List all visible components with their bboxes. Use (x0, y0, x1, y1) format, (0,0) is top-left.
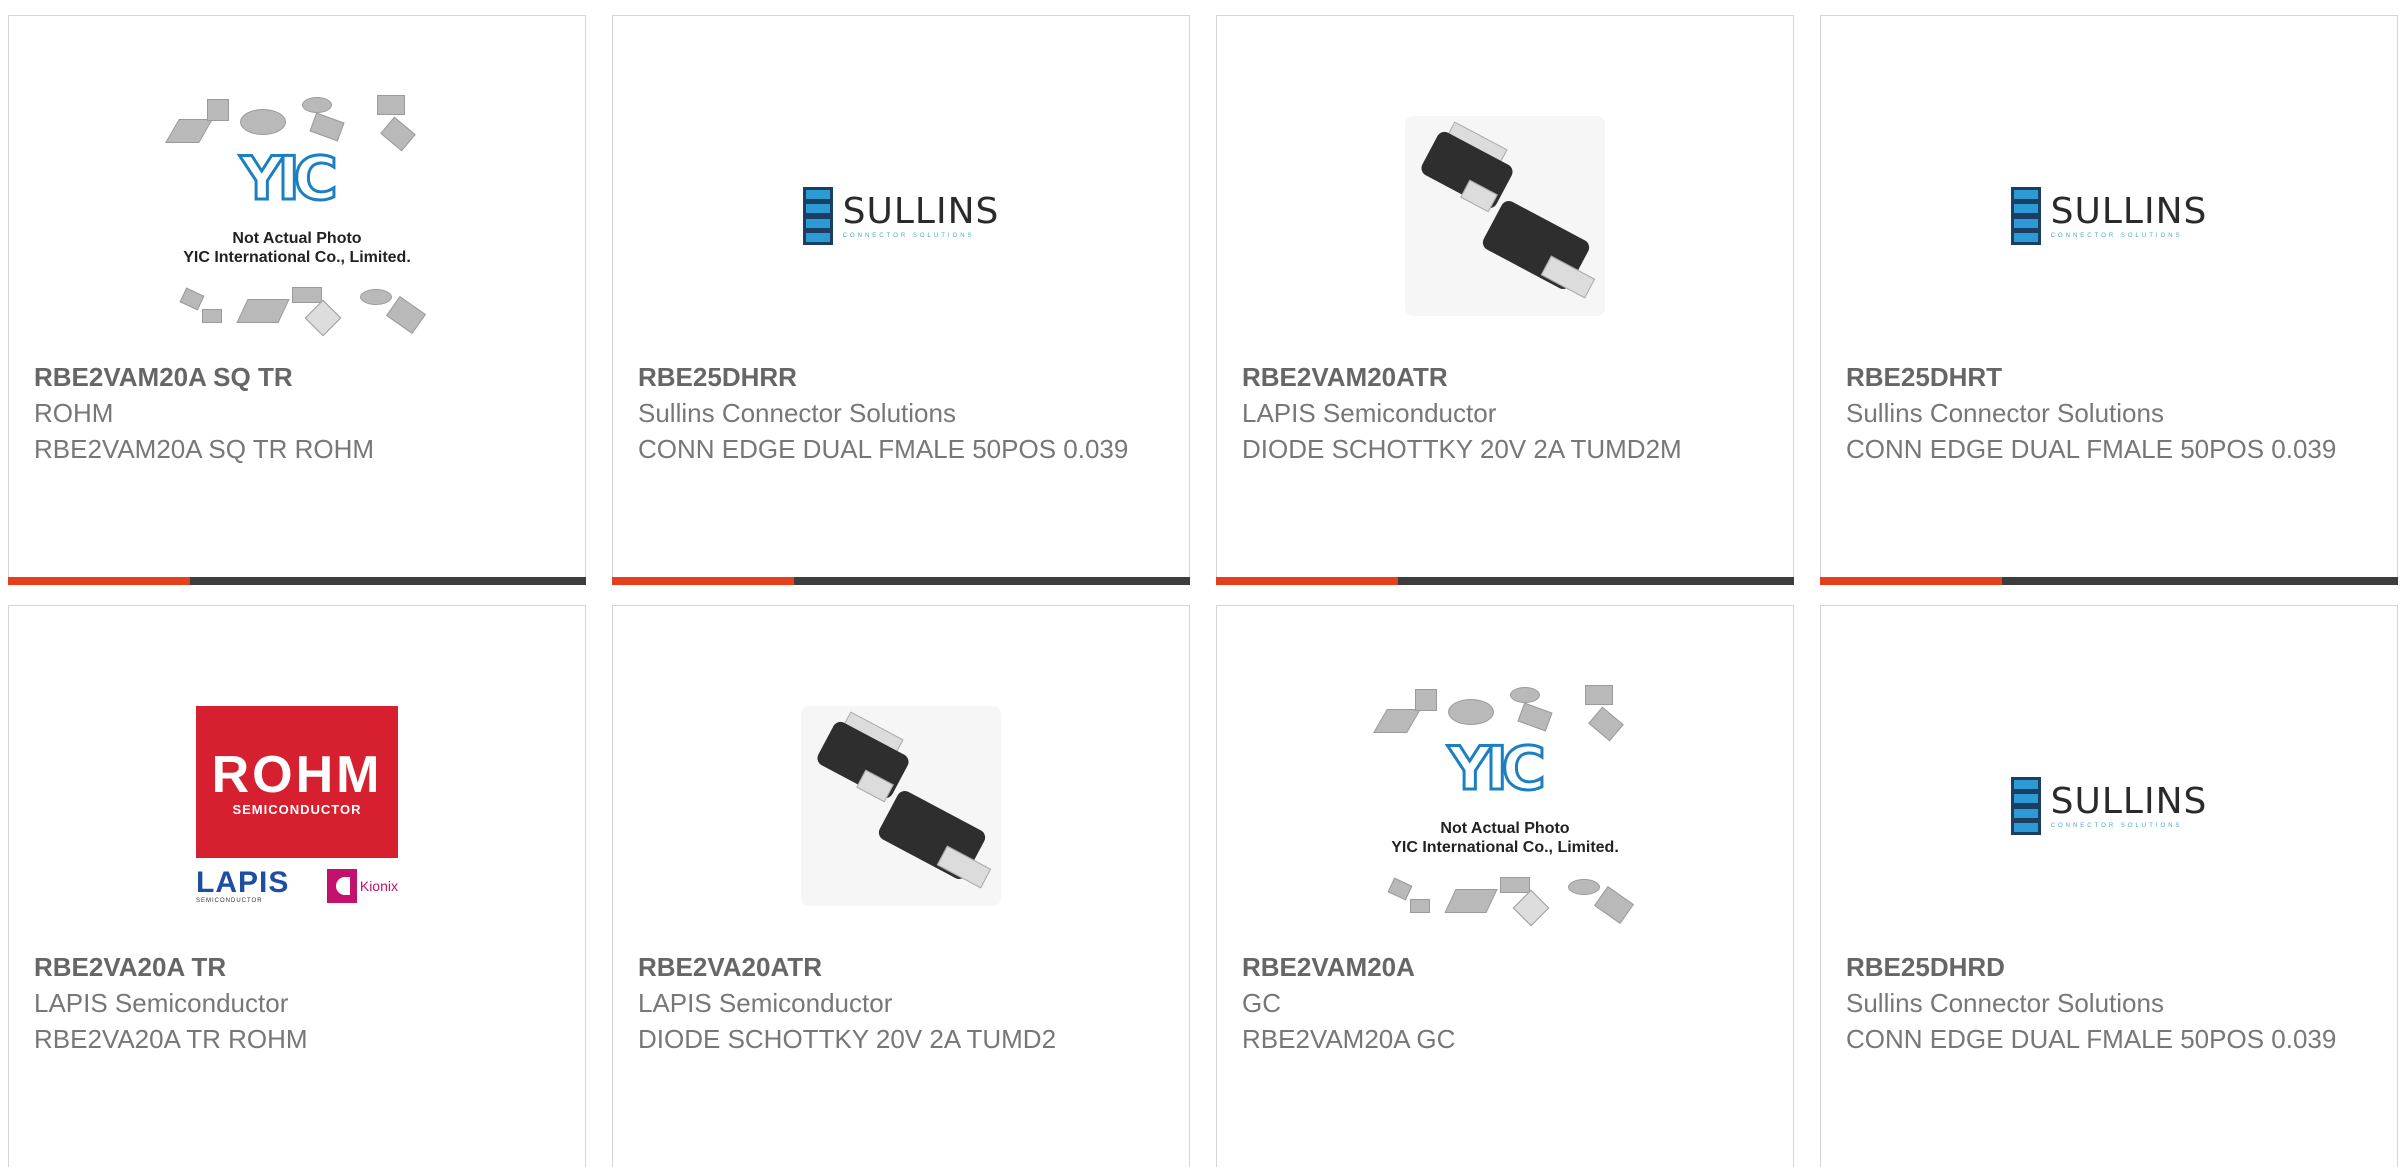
part-number[interactable]: RBE2VAM20A SQ TR (34, 359, 565, 395)
product-info: RBE25DHRD Sullins Connector Solutions CO… (1846, 949, 2377, 1057)
description: CONN EDGE DUAL FMALE 50POS 0.039 (638, 434, 1129, 464)
description: RBE2VAM20A GC (1242, 1024, 1456, 1054)
placeholder-line-2: YIC International Co., Limited. (183, 249, 411, 266)
yic-logo: YIC (239, 144, 340, 214)
product-info: RBE2VA20ATR LAPIS Semiconductor DIODE SC… (638, 949, 1169, 1057)
placeholder-line-1: Not Actual Photo (232, 230, 362, 247)
product-image[interactable]: ROHM SEMICONDUCTOR LAPIS SEMICONDUCTOR K… (9, 656, 585, 956)
sullins-logo-name: SULLINS (2050, 781, 2208, 822)
not-actual-photo-image: YIC Not Actual Photo YIC International C… (1370, 681, 1640, 931)
lapis-logo-name: LAPIS (196, 866, 290, 899)
part-number[interactable]: RBE25DHRR (638, 359, 1169, 395)
diode-package-image (801, 706, 1001, 906)
product-image[interactable]: YIC Not Actual Photo YIC International C… (1217, 656, 1793, 956)
card-progress-bar (1820, 577, 2398, 585)
product-info: RBE2VAM20A GC RBE2VAM20A GC (1242, 949, 1773, 1057)
manufacturer: LAPIS Semiconductor (34, 988, 289, 1018)
card-progress-bar (1216, 577, 1794, 585)
product-image[interactable] (613, 656, 1189, 956)
product-info: RBE2VAM20A SQ TR ROHM RBE2VAM20A SQ TR R… (34, 359, 565, 467)
description: RBE2VAM20A SQ TR ROHM (34, 434, 375, 464)
sullins-logo: SULLINS CONNECTOR SOLUTIONS (2010, 187, 2208, 245)
product-image[interactable] (1217, 66, 1793, 366)
manufacturer: LAPIS Semiconductor (1242, 398, 1497, 428)
product-card[interactable]: SULLINS CONNECTOR SOLUTIONS RBE25DHRD Su… (1820, 605, 2398, 1167)
part-number[interactable]: RBE2VAM20A (1242, 949, 1773, 985)
part-number[interactable]: RBE2VAM20ATR (1242, 359, 1773, 395)
product-grid: YIC Not Actual Photo YIC International C… (0, 0, 2400, 1167)
placeholder-line-1: Not Actual Photo (1440, 820, 1570, 837)
description: DIODE SCHOTTKY 20V 2A TUMD2 (638, 1024, 1057, 1054)
product-image[interactable]: SULLINS CONNECTOR SOLUTIONS (1821, 656, 2397, 956)
product-card[interactable]: YIC Not Actual Photo YIC International C… (8, 15, 586, 585)
product-image[interactable]: SULLINS CONNECTOR SOLUTIONS (1821, 66, 2397, 366)
part-number[interactable]: RBE2VA20A TR (34, 949, 565, 985)
description: CONN EDGE DUAL FMALE 50POS 0.039 (1846, 1024, 2337, 1054)
product-image[interactable]: SULLINS CONNECTOR SOLUTIONS (613, 66, 1189, 366)
card-progress-bar (8, 577, 586, 585)
product-info: RBE2VA20A TR LAPIS Semiconductor RBE2VA2… (34, 949, 565, 1057)
manufacturer: LAPIS Semiconductor (638, 988, 893, 1018)
card-progress-bar (612, 577, 1190, 585)
part-number[interactable]: RBE25DHRD (1846, 949, 2377, 985)
part-number[interactable]: RBE2VA20ATR (638, 949, 1169, 985)
manufacturer: GC (1242, 988, 1281, 1018)
kionix-logo-name: Kionix (359, 878, 398, 894)
manufacturer: Sullins Connector Solutions (1846, 988, 2164, 1018)
description: DIODE SCHOTTKY 20V 2A TUMD2M (1242, 434, 1682, 464)
product-card[interactable]: YIC Not Actual Photo YIC International C… (1216, 605, 1794, 1167)
rohm-logo-sub: SEMICONDUCTOR (232, 801, 362, 817)
product-info: RBE25DHRR Sullins Connector Solutions CO… (638, 359, 1169, 467)
product-card[interactable]: RBE2VAM20ATR LAPIS Semiconductor DIODE S… (1216, 15, 1794, 585)
sullins-mark-icon (802, 187, 833, 245)
description: CONN EDGE DUAL FMALE 50POS 0.039 (1846, 434, 2337, 464)
product-info: RBE2VAM20ATR LAPIS Semiconductor DIODE S… (1242, 359, 1773, 467)
product-card[interactable]: ROHM SEMICONDUCTOR LAPIS SEMICONDUCTOR K… (8, 605, 586, 1167)
sullins-logo: SULLINS CONNECTOR SOLUTIONS (2010, 777, 2208, 835)
product-card[interactable]: SULLINS CONNECTOR SOLUTIONS RBE25DHRT Su… (1820, 15, 2398, 585)
sullins-mark-icon (2010, 777, 2041, 835)
sullins-logo-name: SULLINS (842, 191, 1000, 232)
product-card[interactable]: SULLINS CONNECTOR SOLUTIONS RBE25DHRR Su… (612, 15, 1190, 585)
rohm-logo-name: ROHM (211, 745, 383, 804)
sullins-logo-tagline: CONNECTOR SOLUTIONS (2050, 233, 2183, 239)
sullins-mark-icon (2010, 187, 2041, 245)
lapis-logo-sub: SEMICONDUCTOR (196, 898, 263, 904)
sullins-logo-tagline: CONNECTOR SOLUTIONS (2050, 823, 2183, 829)
manufacturer: ROHM (34, 398, 114, 428)
product-info: RBE25DHRT Sullins Connector Solutions CO… (1846, 359, 2377, 467)
sullins-logo-tagline: CONNECTOR SOLUTIONS (842, 233, 975, 239)
rohm-lapis-logo: ROHM SEMICONDUCTOR LAPIS SEMICONDUCTOR K… (196, 706, 398, 906)
not-actual-photo-image: YIC Not Actual Photo YIC International C… (162, 91, 432, 341)
kionix-mark-icon (326, 869, 357, 903)
bar-accent (1820, 577, 2002, 585)
part-number[interactable]: RBE25DHRT (1846, 359, 2377, 395)
sullins-logo: SULLINS CONNECTOR SOLUTIONS (802, 187, 1000, 245)
bar-accent (1216, 577, 1398, 585)
manufacturer: Sullins Connector Solutions (1846, 398, 2164, 428)
yic-logo: YIC (1447, 734, 1548, 804)
description: RBE2VA20A TR ROHM (34, 1024, 308, 1054)
product-card[interactable]: RBE2VA20ATR LAPIS Semiconductor DIODE SC… (612, 605, 1190, 1167)
product-image[interactable]: YIC Not Actual Photo YIC International C… (9, 66, 585, 366)
manufacturer: Sullins Connector Solutions (638, 398, 956, 428)
bar-accent (8, 577, 190, 585)
bar-accent (612, 577, 794, 585)
placeholder-line-2: YIC International Co., Limited. (1391, 839, 1619, 856)
sullins-logo-name: SULLINS (2050, 191, 2208, 232)
diode-package-image (1405, 116, 1605, 316)
